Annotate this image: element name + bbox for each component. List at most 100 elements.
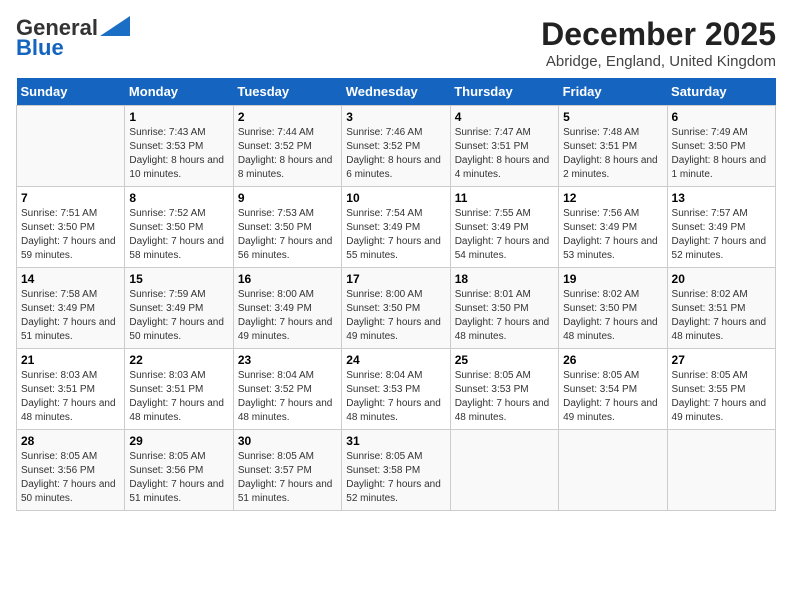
calendar-cell: 28 Sunrise: 8:05 AMSunset: 3:56 PMDaylig… [17, 430, 125, 511]
calendar-table: SundayMondayTuesdayWednesdayThursdayFrid… [16, 78, 776, 511]
day-info: Sunrise: 7:44 AMSunset: 3:52 PMDaylight:… [238, 126, 337, 182]
calendar-cell: 23 Sunrise: 8:04 AMSunset: 3:52 PMDaylig… [233, 349, 341, 430]
day-number: 14 [21, 272, 120, 286]
calendar-cell: 3 Sunrise: 7:46 AMSunset: 3:52 PMDayligh… [342, 106, 450, 187]
calendar-week-row: 28 Sunrise: 8:05 AMSunset: 3:56 PMDaylig… [17, 430, 776, 511]
day-info: Sunrise: 8:01 AMSunset: 3:50 PMDaylight:… [455, 288, 554, 344]
calendar-cell: 20 Sunrise: 8:02 AMSunset: 3:51 PMDaylig… [667, 268, 775, 349]
calendar-cell: 9 Sunrise: 7:53 AMSunset: 3:50 PMDayligh… [233, 187, 341, 268]
calendar-cell: 10 Sunrise: 7:54 AMSunset: 3:49 PMDaylig… [342, 187, 450, 268]
day-number: 10 [346, 191, 445, 205]
logo-arrow-icon [100, 16, 130, 36]
header-day-sunday: Sunday [17, 78, 125, 106]
day-info: Sunrise: 7:57 AMSunset: 3:49 PMDaylight:… [672, 207, 771, 263]
day-number: 23 [238, 353, 337, 367]
logo: General Blue [16, 16, 130, 60]
day-info: Sunrise: 7:49 AMSunset: 3:50 PMDaylight:… [672, 126, 771, 182]
calendar-cell: 19 Sunrise: 8:02 AMSunset: 3:50 PMDaylig… [559, 268, 667, 349]
day-info: Sunrise: 8:03 AMSunset: 3:51 PMDaylight:… [129, 369, 228, 425]
day-number: 18 [455, 272, 554, 286]
day-number: 5 [563, 110, 662, 124]
calendar-week-row: 21 Sunrise: 8:03 AMSunset: 3:51 PMDaylig… [17, 349, 776, 430]
calendar-cell: 16 Sunrise: 8:00 AMSunset: 3:49 PMDaylig… [233, 268, 341, 349]
calendar-cell: 31 Sunrise: 8:05 AMSunset: 3:58 PMDaylig… [342, 430, 450, 511]
day-info: Sunrise: 8:05 AMSunset: 3:55 PMDaylight:… [672, 369, 771, 425]
day-info: Sunrise: 8:00 AMSunset: 3:50 PMDaylight:… [346, 288, 445, 344]
calendar-cell [17, 106, 125, 187]
day-info: Sunrise: 8:04 AMSunset: 3:52 PMDaylight:… [238, 369, 337, 425]
day-number: 25 [455, 353, 554, 367]
day-info: Sunrise: 8:05 AMSunset: 3:54 PMDaylight:… [563, 369, 662, 425]
calendar-cell: 17 Sunrise: 8:00 AMSunset: 3:50 PMDaylig… [342, 268, 450, 349]
calendar-cell: 30 Sunrise: 8:05 AMSunset: 3:57 PMDaylig… [233, 430, 341, 511]
day-info: Sunrise: 7:48 AMSunset: 3:51 PMDaylight:… [563, 126, 662, 182]
header-day-friday: Friday [559, 78, 667, 106]
logo-blue-text: Blue [16, 36, 64, 60]
calendar-cell: 21 Sunrise: 8:03 AMSunset: 3:51 PMDaylig… [17, 349, 125, 430]
day-info: Sunrise: 8:05 AMSunset: 3:58 PMDaylight:… [346, 450, 445, 506]
day-number: 20 [672, 272, 771, 286]
calendar-cell: 4 Sunrise: 7:47 AMSunset: 3:51 PMDayligh… [450, 106, 558, 187]
day-number: 16 [238, 272, 337, 286]
day-number: 11 [455, 191, 554, 205]
day-number: 9 [238, 191, 337, 205]
day-info: Sunrise: 7:54 AMSunset: 3:49 PMDaylight:… [346, 207, 445, 263]
calendar-cell: 29 Sunrise: 8:05 AMSunset: 3:56 PMDaylig… [125, 430, 233, 511]
day-number: 6 [672, 110, 771, 124]
calendar-week-row: 1 Sunrise: 7:43 AMSunset: 3:53 PMDayligh… [17, 106, 776, 187]
calendar-header-row: SundayMondayTuesdayWednesdayThursdayFrid… [17, 78, 776, 106]
day-number: 26 [563, 353, 662, 367]
header-day-saturday: Saturday [667, 78, 775, 106]
day-info: Sunrise: 8:05 AMSunset: 3:57 PMDaylight:… [238, 450, 337, 506]
day-number: 2 [238, 110, 337, 124]
calendar-cell: 15 Sunrise: 7:59 AMSunset: 3:49 PMDaylig… [125, 268, 233, 349]
calendar-week-row: 14 Sunrise: 7:58 AMSunset: 3:49 PMDaylig… [17, 268, 776, 349]
day-info: Sunrise: 7:59 AMSunset: 3:49 PMDaylight:… [129, 288, 228, 344]
day-info: Sunrise: 7:55 AMSunset: 3:49 PMDaylight:… [455, 207, 554, 263]
day-info: Sunrise: 7:47 AMSunset: 3:51 PMDaylight:… [455, 126, 554, 182]
calendar-cell: 18 Sunrise: 8:01 AMSunset: 3:50 PMDaylig… [450, 268, 558, 349]
title-area: December 2025 Abridge, England, United K… [541, 16, 776, 70]
day-info: Sunrise: 8:05 AMSunset: 3:56 PMDaylight:… [129, 450, 228, 506]
subtitle: Abridge, England, United Kingdom [541, 53, 776, 70]
calendar-cell: 27 Sunrise: 8:05 AMSunset: 3:55 PMDaylig… [667, 349, 775, 430]
calendar-cell: 7 Sunrise: 7:51 AMSunset: 3:50 PMDayligh… [17, 187, 125, 268]
day-info: Sunrise: 8:00 AMSunset: 3:49 PMDaylight:… [238, 288, 337, 344]
day-info: Sunrise: 7:56 AMSunset: 3:49 PMDaylight:… [563, 207, 662, 263]
calendar-cell: 25 Sunrise: 8:05 AMSunset: 3:53 PMDaylig… [450, 349, 558, 430]
calendar-cell: 14 Sunrise: 7:58 AMSunset: 3:49 PMDaylig… [17, 268, 125, 349]
day-info: Sunrise: 7:46 AMSunset: 3:52 PMDaylight:… [346, 126, 445, 182]
calendar-cell: 24 Sunrise: 8:04 AMSunset: 3:53 PMDaylig… [342, 349, 450, 430]
day-number: 27 [672, 353, 771, 367]
calendar-cell: 26 Sunrise: 8:05 AMSunset: 3:54 PMDaylig… [559, 349, 667, 430]
header-day-thursday: Thursday [450, 78, 558, 106]
day-number: 8 [129, 191, 228, 205]
calendar-cell: 2 Sunrise: 7:44 AMSunset: 3:52 PMDayligh… [233, 106, 341, 187]
day-number: 7 [21, 191, 120, 205]
calendar-cell [559, 430, 667, 511]
day-number: 15 [129, 272, 228, 286]
day-number: 22 [129, 353, 228, 367]
calendar-cell: 6 Sunrise: 7:49 AMSunset: 3:50 PMDayligh… [667, 106, 775, 187]
calendar-week-row: 7 Sunrise: 7:51 AMSunset: 3:50 PMDayligh… [17, 187, 776, 268]
day-number: 1 [129, 110, 228, 124]
day-number: 31 [346, 434, 445, 448]
main-title: December 2025 [541, 16, 776, 53]
day-number: 4 [455, 110, 554, 124]
calendar-cell: 11 Sunrise: 7:55 AMSunset: 3:49 PMDaylig… [450, 187, 558, 268]
header-day-wednesday: Wednesday [342, 78, 450, 106]
calendar-cell [450, 430, 558, 511]
calendar-cell: 8 Sunrise: 7:52 AMSunset: 3:50 PMDayligh… [125, 187, 233, 268]
day-number: 21 [21, 353, 120, 367]
day-info: Sunrise: 7:53 AMSunset: 3:50 PMDaylight:… [238, 207, 337, 263]
day-number: 13 [672, 191, 771, 205]
header-day-monday: Monday [125, 78, 233, 106]
day-info: Sunrise: 7:58 AMSunset: 3:49 PMDaylight:… [21, 288, 120, 344]
day-info: Sunrise: 8:03 AMSunset: 3:51 PMDaylight:… [21, 369, 120, 425]
day-number: 19 [563, 272, 662, 286]
day-number: 17 [346, 272, 445, 286]
calendar-cell: 12 Sunrise: 7:56 AMSunset: 3:49 PMDaylig… [559, 187, 667, 268]
day-number: 12 [563, 191, 662, 205]
day-info: Sunrise: 7:52 AMSunset: 3:50 PMDaylight:… [129, 207, 228, 263]
day-info: Sunrise: 8:02 AMSunset: 3:51 PMDaylight:… [672, 288, 771, 344]
